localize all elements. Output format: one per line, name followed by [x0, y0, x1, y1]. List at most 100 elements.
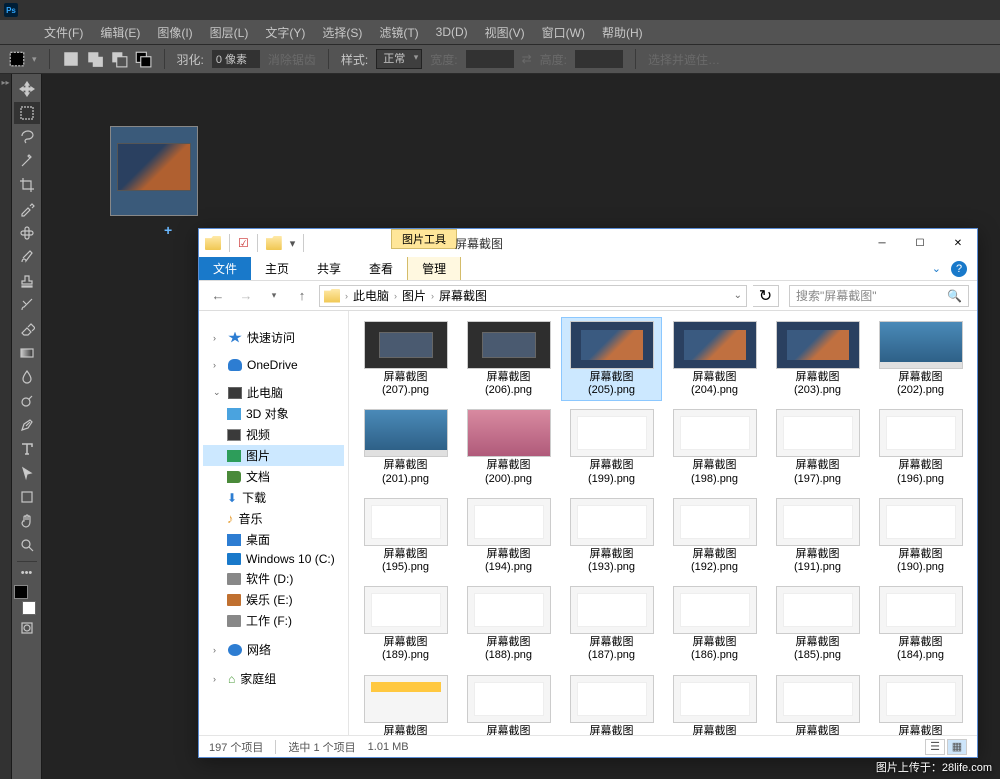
dodge-tool[interactable]: [14, 390, 40, 412]
file-item[interactable]: 屏幕截图 (205).png: [561, 317, 662, 401]
ribbon-share-tab[interactable]: 共享: [303, 257, 355, 280]
thumb-view-button[interactable]: ▦: [947, 739, 967, 755]
file-item[interactable]: 屏幕截图 (186).png: [664, 582, 765, 666]
search-box[interactable]: 搜索"屏幕截图" 🔍: [789, 285, 969, 307]
up-button[interactable]: ↑: [291, 285, 313, 307]
minimize-button[interactable]: ─: [863, 229, 901, 257]
tree-quick-access[interactable]: ›快速访问: [203, 327, 344, 348]
refresh-button[interactable]: ↻: [753, 285, 779, 307]
crop-tool[interactable]: [14, 174, 40, 196]
menu-item[interactable]: 帮助(H): [594, 22, 651, 43]
tree-network[interactable]: ›网络: [203, 639, 344, 660]
tree-drive-f[interactable]: 工作 (F:): [203, 610, 344, 631]
crumb-pictures[interactable]: 图片: [402, 287, 426, 304]
tree-pc[interactable]: ⌄此电脑: [203, 382, 344, 403]
file-item[interactable]: 屏幕截图 (180).png: [664, 671, 765, 736]
gradient-tool[interactable]: [14, 342, 40, 364]
file-item[interactable]: 屏幕截图 (178).png: [870, 671, 971, 736]
marquee-tool-icon[interactable]: [8, 50, 26, 68]
file-item[interactable]: 屏幕截图 (191).png: [767, 494, 868, 578]
qat-checkbox-icon[interactable]: ☑: [238, 236, 249, 250]
eyedropper-tool[interactable]: [14, 198, 40, 220]
heal-tool[interactable]: [14, 222, 40, 244]
ps-panel-collapse[interactable]: ▸▸: [0, 74, 12, 779]
zoom-tool[interactable]: [14, 534, 40, 556]
file-item[interactable]: 屏幕截图 (189).png: [355, 582, 456, 666]
file-item[interactable]: 屏幕截图 (198).png: [664, 405, 765, 489]
fg-color-icon[interactable]: [14, 585, 28, 599]
bg-color-icon[interactable]: [22, 601, 36, 615]
ps-document-thumbnail[interactable]: [110, 126, 198, 216]
tree-drive-d[interactable]: 软件 (D:): [203, 568, 344, 589]
help-icon[interactable]: ?: [951, 261, 967, 277]
menu-item[interactable]: 选择(S): [314, 22, 370, 43]
menu-item[interactable]: 文件(F): [36, 22, 91, 43]
chevron-down-icon[interactable]: ▾: [32, 54, 37, 65]
file-item[interactable]: 屏幕截图 (190).png: [870, 494, 971, 578]
history-dropdown[interactable]: ▾: [263, 285, 285, 307]
more-tools-icon[interactable]: •••: [21, 567, 33, 579]
menu-item[interactable]: 编辑(E): [92, 22, 148, 43]
tree-drive-c[interactable]: Windows 10 (C:): [203, 550, 344, 568]
tree-onedrive[interactable]: ›OneDrive: [203, 356, 344, 374]
file-item[interactable]: 屏幕截图 (201).png: [355, 405, 456, 489]
wand-tool[interactable]: [14, 150, 40, 172]
file-item[interactable]: 屏幕截图 (181).png: [561, 671, 662, 736]
type-tool[interactable]: [14, 438, 40, 460]
file-item[interactable]: 屏幕截图 (193).png: [561, 494, 662, 578]
ribbon-manage-tab[interactable]: 管理: [407, 257, 461, 280]
mask-mode-icon[interactable]: [14, 617, 40, 639]
file-item[interactable]: 屏幕截图 (203).png: [767, 317, 868, 401]
feather-input[interactable]: [212, 50, 260, 68]
shape-tool[interactable]: [14, 486, 40, 508]
file-item[interactable]: 屏幕截图 (194).png: [458, 494, 559, 578]
address-bar[interactable]: › 此电脑 › 图片 › 屏幕截图 ⌄: [319, 285, 747, 307]
file-item[interactable]: 屏幕截图 (185).png: [767, 582, 868, 666]
tree-desktop[interactable]: 桌面: [203, 529, 344, 550]
lasso-tool[interactable]: [14, 126, 40, 148]
tree-pictures[interactable]: 图片: [203, 445, 344, 466]
tree-3d[interactable]: 3D 对象: [203, 403, 344, 424]
file-item[interactable]: 屏幕截图 (206).png: [458, 317, 559, 401]
selection-new-icon[interactable]: [62, 50, 80, 68]
explorer-titlebar[interactable]: ☑ ▾ 图片工具 屏幕截图 ─ ☐ ✕: [199, 229, 977, 257]
hand-tool[interactable]: [14, 510, 40, 532]
tree-music[interactable]: ♪音乐: [203, 508, 344, 529]
crumb-pc[interactable]: 此电脑: [353, 287, 389, 304]
selection-add-icon[interactable]: [86, 50, 104, 68]
crumb-screenshots[interactable]: 屏幕截图: [439, 287, 487, 304]
menu-item[interactable]: 文字(Y): [257, 22, 313, 43]
tree-videos[interactable]: 视频: [203, 424, 344, 445]
file-item[interactable]: 屏幕截图 (192).png: [664, 494, 765, 578]
file-item[interactable]: 屏幕截图 (187).png: [561, 582, 662, 666]
menu-item[interactable]: 图像(I): [149, 22, 200, 43]
menu-item[interactable]: 3D(D): [428, 23, 476, 41]
file-grid[interactable]: 屏幕截图 (207).png屏幕截图 (206).png屏幕截图 (205).p…: [349, 311, 977, 735]
file-item[interactable]: 屏幕截图 (200).png: [458, 405, 559, 489]
file-item[interactable]: 屏幕截图 (196).png: [870, 405, 971, 489]
move-tool[interactable]: [14, 78, 40, 100]
ribbon-file-tab[interactable]: 文件: [199, 257, 251, 280]
menu-item[interactable]: 视图(V): [477, 22, 533, 43]
menu-item[interactable]: 窗口(W): [534, 22, 593, 43]
tree-documents[interactable]: 文档: [203, 466, 344, 487]
eraser-tool[interactable]: [14, 318, 40, 340]
menu-item[interactable]: 图层(L): [202, 22, 257, 43]
selection-intersect-icon[interactable]: [134, 50, 152, 68]
selection-subtract-icon[interactable]: [110, 50, 128, 68]
file-item[interactable]: 屏幕截图 (207).png: [355, 317, 456, 401]
path-select-tool[interactable]: [14, 462, 40, 484]
file-item[interactable]: 屏幕截图 (197).png: [767, 405, 868, 489]
brush-tool[interactable]: [14, 246, 40, 268]
tree-homegroup[interactable]: ›⌂家庭组: [203, 668, 344, 689]
folder-icon[interactable]: [266, 236, 282, 250]
marquee-tool[interactable]: [14, 102, 40, 124]
file-item[interactable]: 屏幕截图 (195).png: [355, 494, 456, 578]
blur-tool[interactable]: [14, 366, 40, 388]
menu-item[interactable]: 滤镜(T): [371, 22, 426, 43]
file-item[interactable]: 屏幕截图 (184).png: [870, 582, 971, 666]
back-button[interactable]: ←: [207, 285, 229, 307]
file-item[interactable]: 屏幕截图 (204).png: [664, 317, 765, 401]
close-button[interactable]: ✕: [939, 229, 977, 257]
file-item[interactable]: 屏幕截图 (188).png: [458, 582, 559, 666]
